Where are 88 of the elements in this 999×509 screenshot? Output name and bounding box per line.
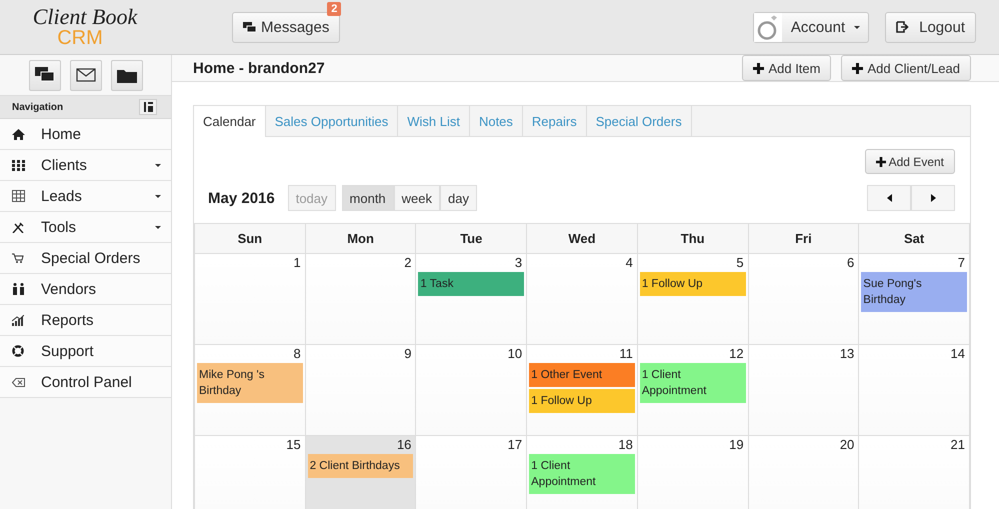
people-icon [12, 283, 25, 295]
weekday-header: Thu [638, 223, 749, 254]
logo-script: Client Book [32, 6, 138, 28]
logout-icon [896, 21, 910, 33]
day-number: 18 [618, 437, 634, 452]
cart-icon [12, 253, 24, 263]
nav-item[interactable]: Vendors [0, 274, 171, 305]
view-button[interactable]: month [342, 185, 394, 211]
nav-item[interactable]: Support [0, 336, 171, 367]
add-button[interactable]: Add Client/Lead [841, 55, 971, 81]
left-triangle-icon [886, 194, 892, 202]
day-number: 9 [404, 346, 412, 361]
lifebuoy-icon [12, 345, 24, 357]
nav-item[interactable]: Special Orders [0, 243, 171, 274]
plus-icon [753, 62, 764, 74]
plus-icon [852, 62, 864, 74]
navigation-title: Navigation [12, 102, 64, 112]
backspace-icon [12, 378, 25, 386]
calendar-event[interactable]: 1 Task [418, 272, 524, 296]
page-title: Home - brandon27 [193, 60, 325, 76]
weekday-header: Mon [306, 223, 416, 254]
day-number: 20 [840, 437, 856, 452]
home-icon [12, 128, 25, 140]
month-title: May 2016 [208, 190, 275, 206]
add-button[interactable]: Add Item [742, 55, 832, 81]
calendar-event[interactable]: Mike Pong 's Birthday [197, 363, 303, 403]
day-number: 11 [619, 346, 634, 361]
day-number: 19 [729, 437, 745, 452]
calendar-event[interactable]: Sue Pong's Birthday [861, 272, 967, 312]
chat-button[interactable] [28, 60, 60, 90]
calendar-event[interactable]: 1 Follow Up [529, 389, 635, 413]
folder-icon [116, 68, 136, 82]
day-number: 1 [293, 255, 302, 270]
chat-icon [34, 67, 54, 83]
messages-button[interactable]: Messages [232, 12, 340, 42]
calendar-event[interactable]: 1 Follow Up [640, 272, 746, 296]
account-button[interactable]: Account [752, 12, 870, 42]
day-number: 6 [847, 255, 856, 270]
day-number: 7 [958, 255, 966, 270]
day-number: 8 [293, 346, 302, 361]
tools-icon [12, 222, 24, 232]
ring-icon [754, 12, 782, 42]
nav-item[interactable]: Reports [0, 305, 171, 336]
nav-item[interactable]: Clients [0, 150, 171, 181]
nav-item[interactable]: Leads [0, 181, 171, 212]
nav-item[interactable]: Home [0, 119, 171, 150]
mail-button[interactable] [70, 60, 102, 90]
day-number: 21 [950, 437, 966, 452]
day-number: 12 [729, 346, 745, 361]
logout-button[interactable]: Logout [885, 12, 976, 42]
chat-icon [243, 22, 256, 32]
nav-item[interactable]: Tools [0, 212, 171, 243]
right-triangle-icon [930, 194, 936, 202]
weekday-header: Wed [527, 223, 638, 254]
weekday-header: Sat [859, 223, 970, 254]
weekday-header: Sun [195, 223, 306, 254]
day-number: 17 [508, 437, 524, 452]
folder-button[interactable] [110, 60, 142, 90]
calendar-event[interactable]: 1 Client Appointment [529, 454, 635, 494]
plus-icon [876, 156, 886, 166]
day-number: 2 [404, 255, 412, 270]
day-number: 4 [626, 255, 634, 270]
grid-icon [12, 160, 25, 170]
day-number: 10 [508, 346, 524, 361]
view-button[interactable]: week [394, 185, 440, 211]
day-number: 13 [840, 346, 856, 361]
day-number: 16 [396, 437, 412, 452]
day-number: 3 [514, 255, 524, 270]
view-button[interactable]: day [440, 185, 477, 211]
day-number: 15 [286, 437, 302, 452]
day-number: 5 [736, 255, 745, 270]
message-count-badge: 2 [327, 2, 342, 16]
envelope-icon [76, 68, 96, 82]
nav-item[interactable]: Control Panel [0, 367, 171, 398]
caret-icon [854, 26, 860, 28]
weekday-header: Fri [748, 223, 860, 254]
sidebar-toggle[interactable] [139, 99, 157, 115]
layout-icon [144, 102, 152, 112]
tab[interactable]: Calendar [194, 106, 266, 137]
calendar-event[interactable]: 1 Other Event [529, 363, 635, 387]
logo-brand: CRM [57, 28, 103, 48]
weekday-header: Tue [416, 223, 528, 254]
calendar-event[interactable]: 2 Client Birthdays [308, 454, 414, 478]
calendar-event[interactable]: 1 Client Appointment [640, 363, 746, 403]
add-event-button[interactable]: Add Event [864, 149, 955, 174]
day-number: 14 [950, 346, 966, 361]
table-icon [12, 190, 25, 202]
chart-icon [12, 314, 24, 326]
